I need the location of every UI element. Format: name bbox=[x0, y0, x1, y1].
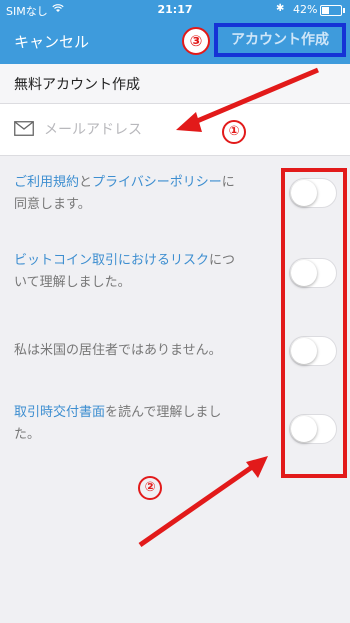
annotation-arrows bbox=[138, 67, 319, 548]
annotation-arrow-1-head bbox=[176, 112, 202, 132]
annotation-arrow-1 bbox=[189, 67, 319, 127]
annotation-arrow-2 bbox=[138, 462, 257, 548]
